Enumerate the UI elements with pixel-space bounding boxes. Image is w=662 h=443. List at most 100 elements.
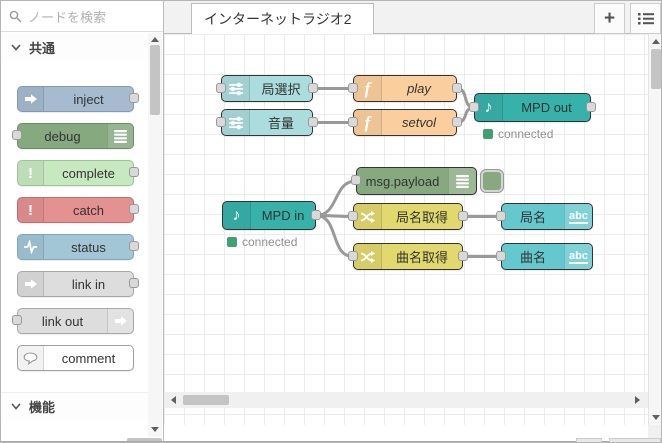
output-port[interactable] [308, 117, 318, 127]
node-label: 音量 [250, 110, 312, 135]
input-port[interactable] [469, 102, 479, 112]
output-port[interactable] [129, 167, 139, 177]
chevron-down-icon [11, 403, 21, 410]
function-icon: f [354, 76, 382, 101]
link-arrow-icon [18, 272, 44, 296]
node-label: 局名 [502, 204, 564, 229]
node-setvol-function[interactable]: f setvol [353, 109, 457, 136]
tab-label: インターネットラジオ2 [204, 9, 352, 29]
node-red-window: ノードを検索 共通 inject debug ! complete ! catc… [0, 0, 662, 443]
flow-list-button[interactable] [630, 3, 661, 34]
exclamation-icon: ! [18, 198, 44, 222]
palette-node-inject[interactable]: inject [17, 86, 134, 112]
scroll-down-arrow[interactable] [148, 423, 162, 435]
node-label: play [382, 76, 456, 101]
palette-node-complete[interactable]: ! complete [17, 160, 134, 186]
node-volume[interactable]: 音量 [221, 109, 313, 136]
palette-node-label: status [44, 235, 133, 259]
sliders-icon [222, 76, 250, 101]
output-port[interactable] [308, 83, 318, 93]
input-port[interactable] [12, 130, 22, 140]
input-port[interactable] [496, 251, 506, 261]
swap-icon [354, 244, 382, 269]
output-port[interactable] [458, 251, 468, 261]
input-port[interactable] [348, 211, 358, 221]
output-port[interactable] [129, 241, 139, 251]
chevron-down-icon [11, 44, 21, 51]
palette-node-status[interactable]: status [17, 234, 134, 260]
node-label: MPD out [503, 94, 590, 121]
node-play-function[interactable]: f play [353, 75, 457, 102]
output-port[interactable] [129, 204, 139, 214]
tab-internet-radio-2[interactable]: インターネットラジオ2 [191, 3, 374, 34]
input-port[interactable] [348, 251, 358, 261]
input-port[interactable] [348, 117, 358, 127]
palette-node-label: link in [44, 272, 133, 296]
palette-node-debug[interactable]: debug [17, 123, 134, 149]
plus-icon: + [604, 8, 615, 30]
canvas-vscrollbar[interactable] [648, 34, 662, 425]
status-text: connected [498, 127, 553, 141]
inject-arrow-icon [18, 87, 44, 111]
palette-node-link-out[interactable]: link out [17, 308, 134, 334]
output-port[interactable] [452, 83, 462, 93]
node-status-mpd-in: connected [227, 235, 297, 249]
zoom-controls-partial[interactable] [576, 438, 602, 443]
node-label: 局選択 [250, 76, 312, 101]
node-mpd-out[interactable]: ♪ MPD out [474, 93, 591, 122]
palette-scrollbar[interactable] [148, 33, 162, 437]
debug-toggle-button[interactable] [481, 170, 503, 192]
output-port[interactable] [452, 117, 462, 127]
palette-node-catch[interactable]: ! catch [17, 197, 134, 223]
node-get-song-name[interactable]: 曲名取得 [353, 243, 463, 270]
zoom-controls-partial[interactable] [609, 438, 661, 443]
flow-canvas[interactable]: 局選択 f play 音量 f setvol [164, 34, 648, 425]
input-port[interactable] [496, 211, 506, 221]
output-port[interactable] [129, 93, 139, 103]
palette-node-label: inject [44, 87, 133, 111]
heartbeat-icon [18, 235, 44, 259]
node-station-select[interactable]: 局選択 [221, 75, 313, 102]
input-port[interactable] [216, 117, 226, 127]
palette-node-link-in[interactable]: link in [17, 271, 134, 297]
palette-category-function[interactable]: 機能 [1, 392, 148, 419]
palette-search[interactable]: ノードを検索 [1, 1, 163, 32]
node-label: 局名取得 [382, 204, 462, 229]
node-ui-text-station[interactable]: 局名 abc [501, 203, 593, 230]
node-label: 曲名 [502, 244, 564, 269]
scroll-up-arrow[interactable] [148, 33, 162, 45]
node-mpd-in[interactable]: ♪ MPD in [222, 201, 316, 230]
list-icon [638, 12, 654, 25]
input-port[interactable] [351, 175, 361, 185]
function-icon: f [354, 110, 382, 135]
node-debug-msg-payload[interactable]: msg.payload [356, 167, 477, 195]
workspace: インターネットラジオ2 + [164, 1, 662, 442]
abc-text-icon: abc [564, 204, 592, 229]
node-status-mpd-out: connected [483, 127, 553, 141]
category-label: 機能 [29, 397, 55, 416]
palette-node-label: catch [44, 198, 133, 222]
music-note-icon: ♪ [475, 94, 503, 121]
palette-node-comment[interactable]: comment [17, 345, 134, 371]
node-get-station-name[interactable]: 局名取得 [353, 203, 463, 230]
palette-sidebar: ノードを検索 共通 inject debug ! complete ! catc… [1, 1, 164, 442]
output-port[interactable] [311, 210, 321, 220]
search-placeholder: ノードを検索 [28, 7, 106, 26]
vscrollbar-thumb[interactable] [651, 49, 661, 89]
input-port[interactable] [348, 83, 358, 93]
palette-scrollbar-thumb[interactable] [150, 45, 160, 115]
palette-category-common[interactable]: 共通 [1, 34, 148, 61]
input-port[interactable] [216, 83, 226, 93]
node-ui-text-song[interactable]: 曲名 abc [501, 243, 593, 270]
scroll-up-arrow[interactable] [649, 36, 662, 46]
music-note-icon: ♪ [223, 202, 251, 229]
output-port[interactable] [586, 102, 596, 112]
output-port[interactable] [129, 278, 139, 288]
scroll-down-arrow[interactable] [649, 411, 662, 423]
palette-node-label: comment [44, 346, 133, 370]
output-port[interactable] [458, 211, 468, 221]
node-label: MPD in [251, 202, 315, 229]
input-port[interactable] [12, 315, 22, 325]
node-label: setvol [382, 110, 456, 135]
add-flow-button[interactable]: + [594, 3, 625, 34]
